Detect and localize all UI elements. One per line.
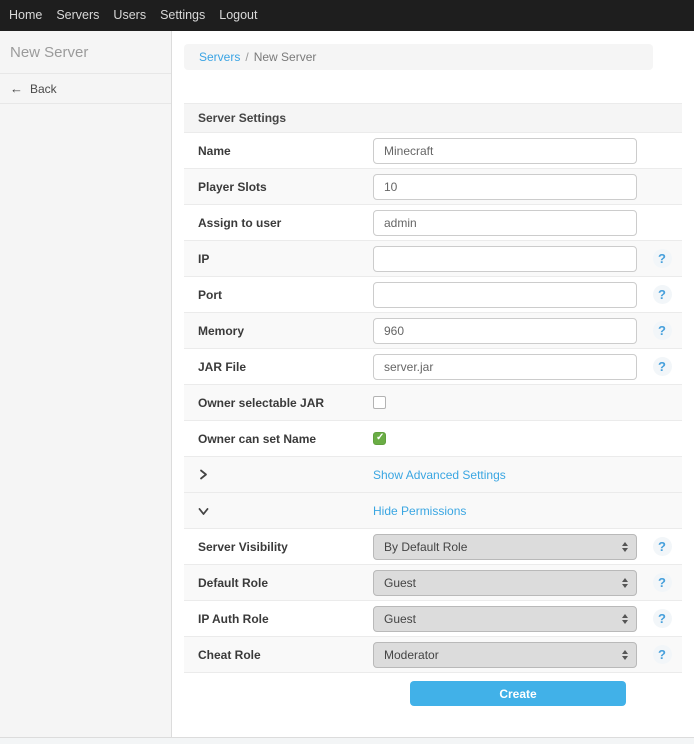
- field-label: Name: [184, 144, 373, 158]
- help-icon[interactable]: ?: [653, 537, 672, 556]
- show-advanced-settings-link[interactable]: Show Advanced Settings: [373, 468, 506, 482]
- form-row-jar-file: JAR File ?: [184, 349, 682, 385]
- top-navbar: Home Servers Users Settings Logout: [0, 0, 694, 31]
- breadcrumb: Servers / New Server: [184, 44, 653, 70]
- field-label: Owner selectable JAR: [184, 396, 373, 410]
- owner-selectable-jar-checkbox[interactable]: [373, 396, 386, 409]
- form-row-player-slots: Player Slots: [184, 169, 682, 205]
- form-row-cheat-role: Cheat Role Moderator ?: [184, 637, 682, 673]
- field-label: IP: [184, 252, 373, 266]
- field-label: Cheat Role: [184, 648, 373, 662]
- form-row-memory: Memory ?: [184, 313, 682, 349]
- breadcrumb-current: New Server: [254, 50, 317, 64]
- help-icon[interactable]: ?: [653, 285, 672, 304]
- chevron-down-icon: [198, 506, 373, 516]
- help-icon[interactable]: ?: [653, 573, 672, 592]
- select-stepper-icon: [622, 578, 628, 588]
- form-row-name: Name: [184, 133, 682, 169]
- nav-item-servers[interactable]: Servers: [49, 0, 106, 31]
- ip-input[interactable]: [373, 246, 637, 272]
- name-input[interactable]: [373, 138, 637, 164]
- nav-item-users[interactable]: Users: [106, 0, 153, 31]
- field-label: IP Auth Role: [184, 612, 373, 626]
- back-label: Back: [30, 82, 57, 96]
- form-row-default-role: Default Role Guest ?: [184, 565, 682, 601]
- arrow-left-icon: [10, 81, 23, 96]
- form-row-owner-selectable-jar: Owner selectable JAR: [184, 385, 682, 421]
- selected-option: Guest: [384, 576, 416, 590]
- footer-divider: [0, 737, 694, 744]
- form-row-port: Port ?: [184, 277, 682, 313]
- default-role-select[interactable]: Guest: [373, 570, 637, 596]
- help-icon[interactable]: ?: [653, 357, 672, 376]
- form-row-owner-can-set-name: Owner can set Name: [184, 421, 682, 457]
- create-row: Create: [184, 673, 682, 717]
- back-button[interactable]: Back: [0, 74, 171, 104]
- form-row-assign-user: Assign to user: [184, 205, 682, 241]
- help-icon[interactable]: ?: [653, 645, 672, 664]
- breadcrumb-link-servers[interactable]: Servers: [199, 50, 240, 64]
- hide-permissions-link[interactable]: Hide Permissions: [373, 504, 466, 518]
- owner-can-set-name-checkbox[interactable]: [373, 432, 386, 445]
- field-label: Owner can set Name: [184, 432, 373, 446]
- jar-file-input[interactable]: [373, 354, 637, 380]
- help-icon[interactable]: ?: [653, 249, 672, 268]
- nav-item-home[interactable]: Home: [2, 0, 49, 31]
- cheat-role-select[interactable]: Moderator: [373, 642, 637, 668]
- main-content: Servers / New Server Server Settings Nam…: [173, 31, 694, 717]
- field-label: Server Visibility: [184, 540, 373, 554]
- ip-auth-role-select[interactable]: Guest: [373, 606, 637, 632]
- assign-user-input[interactable]: [373, 210, 637, 236]
- port-input[interactable]: [373, 282, 637, 308]
- select-stepper-icon: [622, 542, 628, 552]
- page-title: New Server: [0, 31, 171, 74]
- select-stepper-icon: [622, 614, 628, 624]
- player-slots-input[interactable]: [373, 174, 637, 200]
- field-label: Memory: [184, 324, 373, 338]
- memory-input[interactable]: [373, 318, 637, 344]
- chevron-right-icon: [198, 469, 373, 480]
- selected-option: By Default Role: [384, 540, 467, 554]
- nav-item-settings[interactable]: Settings: [153, 0, 212, 31]
- nav-item-logout[interactable]: Logout: [212, 0, 264, 31]
- create-button[interactable]: Create: [410, 681, 626, 706]
- select-stepper-icon: [622, 650, 628, 660]
- field-label: JAR File: [184, 360, 373, 374]
- permissions-toggle[interactable]: Hide Permissions: [184, 493, 682, 529]
- help-icon[interactable]: ?: [653, 321, 672, 340]
- form-row-ip-auth-role: IP Auth Role Guest ?: [184, 601, 682, 637]
- form-row-ip: IP ?: [184, 241, 682, 277]
- form-row-server-visibility: Server Visibility By Default Role ?: [184, 529, 682, 565]
- field-label: Port: [184, 288, 373, 302]
- sidebar: New Server Back: [0, 31, 172, 737]
- server-visibility-select[interactable]: By Default Role: [373, 534, 637, 560]
- advanced-settings-toggle[interactable]: Show Advanced Settings: [184, 457, 682, 493]
- selected-option: Moderator: [384, 648, 439, 662]
- selected-option: Guest: [384, 612, 416, 626]
- section-header: Server Settings: [184, 103, 682, 133]
- server-settings-form: Server Settings Name Player Slots Assign…: [184, 103, 682, 717]
- field-label: Player Slots: [184, 180, 373, 194]
- help-icon[interactable]: ?: [653, 609, 672, 628]
- breadcrumb-separator: /: [245, 50, 248, 64]
- field-label: Default Role: [184, 576, 373, 590]
- field-label: Assign to user: [184, 216, 373, 230]
